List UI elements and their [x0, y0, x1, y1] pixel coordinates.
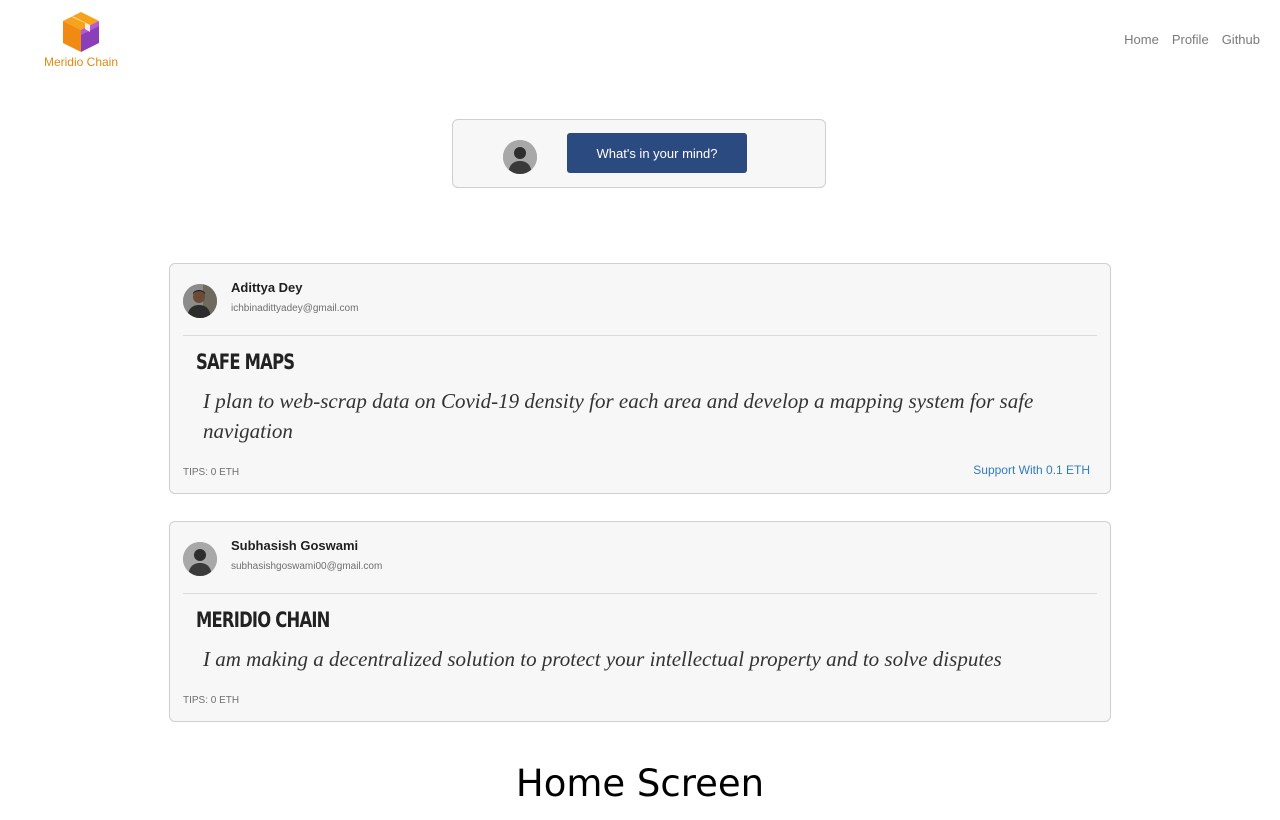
author-avatar[interactable] [183, 542, 217, 576]
nav-profile[interactable]: Profile [1172, 32, 1209, 47]
post-card: Subhasish Goswami subhasishgoswami00@gma… [169, 521, 1111, 722]
tips-amount: TIPS: 0 ETH [183, 467, 240, 478]
author-email: subhasishgoswami00@gmail.com [231, 561, 383, 572]
post-card: Adittya Dey ichbinadittyadey@gmail.com S… [169, 263, 1111, 494]
cube-icon [63, 12, 99, 52]
divider [183, 593, 1097, 594]
post-body: I am making a decentralized solution to … [203, 647, 1002, 671]
author-avatar[interactable] [183, 284, 217, 318]
tips-amount: TIPS: 0 ETH [183, 695, 240, 706]
post-composer: What's in your mind? [452, 119, 826, 188]
author-name[interactable]: Subhasish Goswami [231, 538, 358, 553]
current-user-avatar[interactable] [503, 140, 537, 174]
brand-logo[interactable]: Meridio Chain [40, 10, 122, 69]
post-title: Meridio Chain [196, 608, 330, 632]
post-title: Safe Maps [196, 350, 295, 374]
brand-name: Meridio Chain [43, 55, 119, 69]
nav-home[interactable]: Home [1124, 32, 1159, 47]
support-link[interactable]: Support With 0.1 ETH [973, 463, 1090, 477]
whats-on-your-mind-button[interactable]: What's in your mind? [567, 133, 747, 173]
post-body: I plan to web-scrap data on Covid-19 den… [203, 389, 1034, 443]
divider [183, 335, 1097, 336]
nav-github[interactable]: Github [1222, 32, 1260, 47]
author-name[interactable]: Adittya Dey [231, 280, 303, 295]
page: Meridio Chain Home Profile Github What's… [0, 0, 1280, 820]
top-nav: Home Profile Github [1124, 32, 1260, 47]
screen-caption: Home Screen [515, 762, 765, 805]
author-email: ichbinadittyadey@gmail.com [231, 303, 359, 314]
